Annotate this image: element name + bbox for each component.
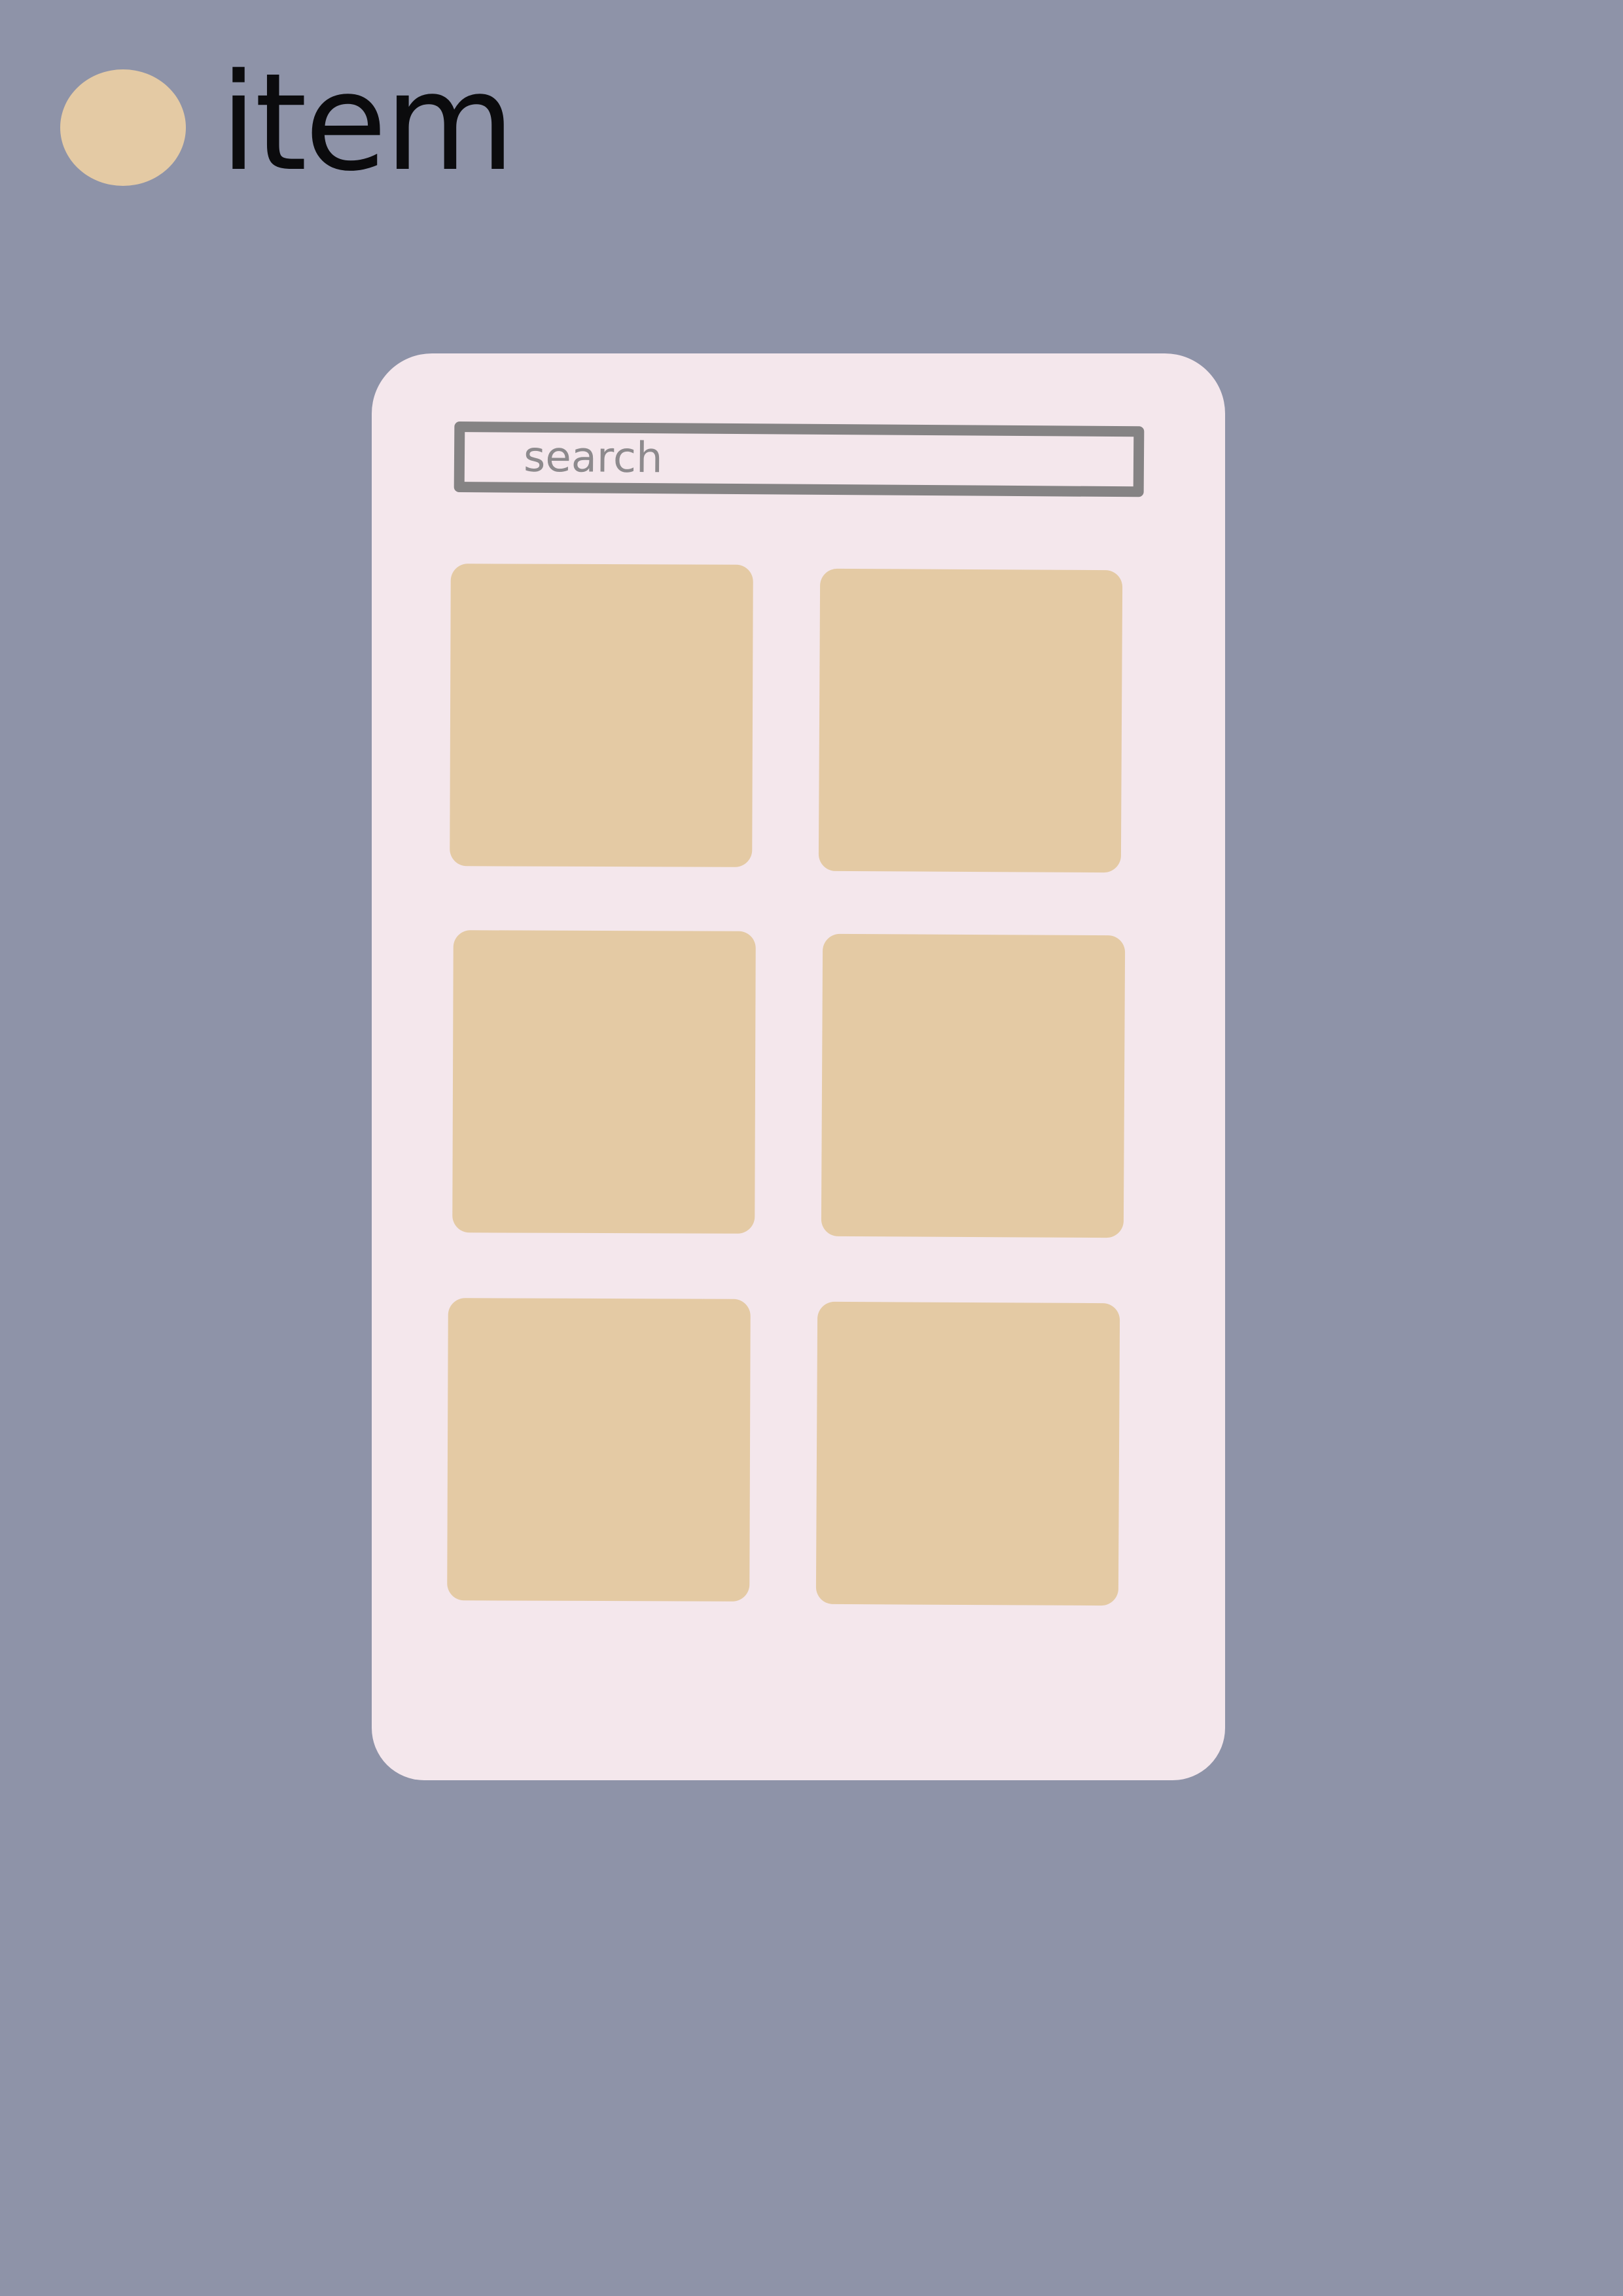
search-input[interactable]: search: [454, 422, 1145, 497]
item-card[interactable]: [815, 1301, 1120, 1606]
item-card[interactable]: [821, 933, 1126, 1238]
circle-icon: [60, 69, 186, 186]
header-label: item: [220, 45, 515, 201]
phone-frame: search: [372, 353, 1225, 1780]
search-placeholder: search: [523, 433, 663, 483]
item-card[interactable]: [818, 568, 1123, 873]
header-legend: item: [60, 56, 515, 194]
item-card[interactable]: [447, 1298, 751, 1602]
item-card[interactable]: [452, 930, 756, 1234]
item-card[interactable]: [450, 564, 753, 867]
